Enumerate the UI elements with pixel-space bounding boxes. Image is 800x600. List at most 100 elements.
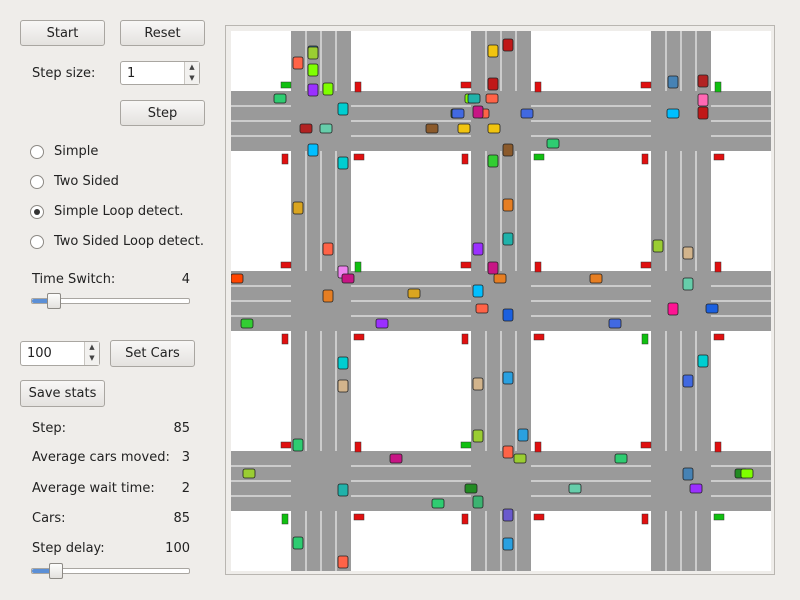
car [697,354,709,368]
save-stats-button[interactable]: Save stats [20,380,105,407]
set-cars-button[interactable]: Set Cars [110,340,195,367]
radio-indicator[interactable] [30,234,44,249]
car [502,537,514,551]
traffic-light [533,333,545,341]
car [337,102,349,116]
car [493,273,507,284]
car [273,93,287,104]
car [242,468,256,479]
car [431,498,445,509]
reset-button[interactable]: Reset [120,20,205,46]
car [319,123,333,134]
mode-radio-two-sided[interactable]: Two Sided [30,174,119,189]
spin-arrows-icon[interactable]: ▲ ▼ [84,342,99,365]
traffic-light [641,513,649,525]
car [589,273,603,284]
car [697,74,709,88]
traffic-light [353,153,365,161]
car [467,93,481,104]
spin-arrows-icon[interactable]: ▲ ▼ [184,62,199,84]
car [682,246,694,260]
car [705,303,719,314]
car [502,508,514,522]
car [502,445,514,459]
radio-indicator[interactable] [30,174,44,189]
car [568,483,582,494]
time-switch-label: Time Switch: [32,272,116,287]
traffic-light [534,441,542,453]
stat-step-label: Step: [32,421,66,436]
step-button[interactable]: Step [120,100,205,126]
car [464,483,478,494]
cars-spinbox[interactable]: 100 ▲ ▼ [20,341,100,366]
car [322,289,334,303]
car [652,239,664,253]
car [697,106,709,120]
traffic-light [354,81,362,93]
car [502,232,514,246]
car [517,428,529,442]
car [614,453,628,464]
car [472,242,484,256]
traffic-light [640,441,652,449]
traffic-light [714,261,722,273]
car [689,483,703,494]
step-size-label: Step size: [32,66,96,81]
car [341,273,355,284]
car [231,273,244,284]
car [337,555,349,569]
traffic-light [460,441,472,449]
stat-cars-label: Cars: [32,511,66,526]
start-button[interactable]: Start [20,20,105,46]
traffic-light [640,81,652,89]
car [337,156,349,170]
traffic-light [280,81,292,89]
car [337,356,349,370]
traffic-light [714,441,722,453]
car [487,44,499,58]
mode-radio-simple-loop[interactable]: Simple Loop detect. [30,204,184,219]
traffic-light [461,333,469,345]
traffic-light [534,81,542,93]
car [322,242,334,256]
car [375,318,389,329]
slider-handle[interactable] [49,563,63,579]
time-switch-slider[interactable] [31,293,190,309]
car [472,284,484,298]
step-size-spinbox[interactable]: 1 ▲ ▼ [120,61,200,85]
traffic-light [533,513,545,521]
traffic-light [354,441,362,453]
car [682,467,694,481]
car [389,453,403,464]
traffic-light [354,261,362,273]
stat-step-value: 85 [173,421,190,436]
car [520,108,534,119]
car [292,201,304,215]
car [475,303,489,314]
car [682,277,694,291]
stat-cars-value: 85 [173,511,190,526]
mode-label: Two Sided Loop detect. [54,234,205,249]
car [457,123,471,134]
car [307,143,319,157]
traffic-grid [231,31,771,571]
step-delay-slider[interactable] [31,563,190,579]
car [487,261,499,275]
car [472,377,484,391]
car [292,536,304,550]
car [513,453,527,464]
step-delay-value: 100 [165,541,190,556]
traffic-light [461,153,469,165]
car [502,371,514,385]
slider-handle[interactable] [47,293,61,309]
traffic-light [280,261,292,269]
car [667,75,679,89]
car [425,123,439,134]
mode-label: Two Sided [54,174,119,189]
radio-indicator[interactable] [30,204,44,219]
traffic-light [281,513,289,525]
traffic-light [460,261,472,269]
mode-radio-two-sided-loop[interactable]: Two Sided Loop detect. [30,234,204,249]
radio-indicator[interactable] [30,144,44,159]
mode-radio-simple[interactable]: Simple [30,144,98,159]
